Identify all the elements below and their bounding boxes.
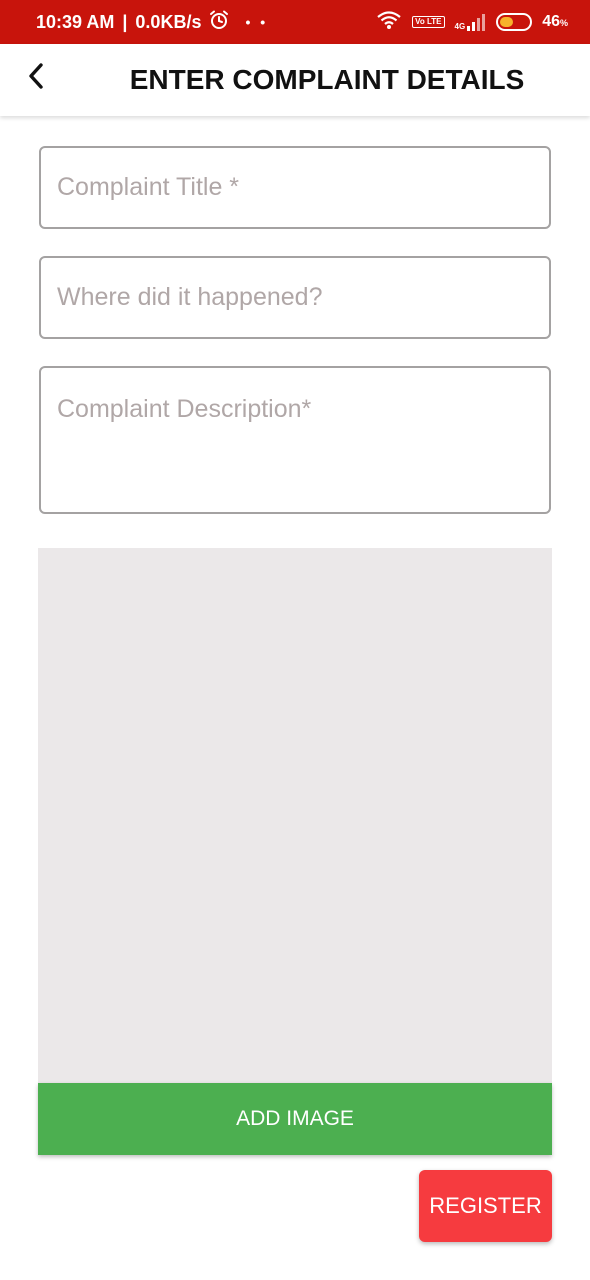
register-button[interactable]: REGISTER	[419, 1170, 552, 1242]
network-type-label: 4G	[454, 22, 466, 31]
status-data-speed: 0.0KB/s	[135, 11, 202, 32]
battery-percent: 46%	[542, 13, 568, 31]
alarm-clock-icon	[209, 10, 229, 35]
battery-percent-unit: %	[559, 18, 568, 28]
status-dots: • •	[245, 14, 269, 30]
volte-icon: Vo LTE	[412, 16, 445, 28]
cell-signal-icon: 4G	[455, 13, 487, 31]
wifi-icon	[376, 10, 402, 35]
battery-fill	[500, 17, 514, 27]
battery-percent-value: 46	[542, 13, 560, 30]
back-button[interactable]	[18, 60, 54, 96]
complaint-screen: 10:39 AM | 0.0KB/s • • Vo LTE 4G 46% ENT…	[0, 0, 590, 1280]
battery-icon	[496, 13, 533, 31]
add-image-button[interactable]: ADD IMAGE	[38, 1083, 552, 1155]
status-bar: 10:39 AM | 0.0KB/s • • Vo LTE 4G 46%	[0, 0, 590, 44]
status-separator: |	[122, 11, 128, 32]
image-preview	[38, 548, 552, 1083]
complaint-location-input[interactable]	[39, 256, 551, 339]
status-left: 10:39 AM | 0.0KB/s • •	[36, 10, 268, 35]
status-right: Vo LTE 4G 46%	[376, 10, 568, 35]
page-title: ENTER COMPLAINT DETAILS	[129, 64, 525, 95]
status-time: 10:39 AM	[36, 11, 115, 32]
chevron-left-icon	[24, 61, 48, 96]
complaint-description-input[interactable]	[39, 366, 551, 514]
complaint-title-input[interactable]	[39, 146, 551, 229]
app-bar: ENTER COMPLAINT DETAILS	[0, 44, 590, 116]
